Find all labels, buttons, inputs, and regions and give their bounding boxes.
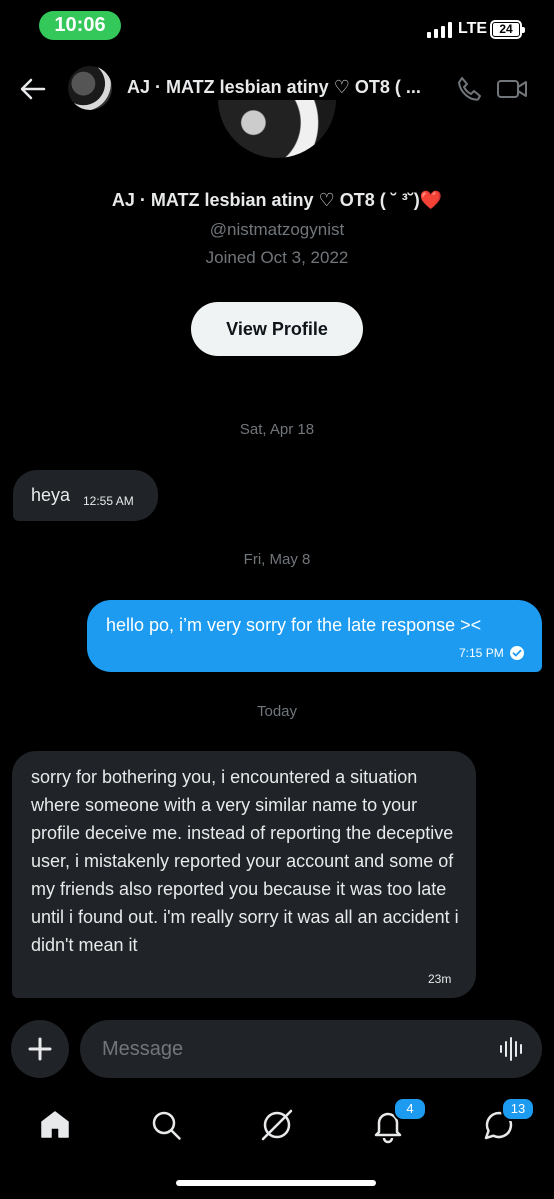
- message-time: 7:15 PM: [459, 646, 504, 660]
- battery-level: 24: [493, 23, 519, 36]
- grok-icon[interactable]: [255, 1103, 299, 1147]
- message-bubble-incoming[interactable]: sorry for bothering you, i encountered a…: [12, 751, 476, 998]
- message-time: 23m: [428, 972, 452, 986]
- cellular-signal-icon: [427, 22, 453, 38]
- messages-icon[interactable]: 13: [477, 1097, 535, 1147]
- heart-emoji: ❤️: [419, 190, 443, 210]
- battery-icon: 24: [490, 20, 525, 39]
- message-text: hello po, i’m very sorry for the late re…: [106, 615, 482, 635]
- home-icon[interactable]: [33, 1103, 77, 1147]
- bottom-navigation: 4 13: [0, 1095, 554, 1155]
- date-separator: Fri, May 8: [243, 551, 311, 568]
- message-text: heya: [31, 485, 71, 505]
- profile-joined-date: Joined Oct 3, 2022: [205, 248, 349, 267]
- date-separator: Today: [256, 703, 298, 720]
- message-text: sorry for bothering you, i encountered a…: [31, 767, 459, 955]
- profile-handle: @nistmatzogynist: [209, 220, 345, 239]
- video-call-icon[interactable]: [496, 74, 528, 104]
- notifications-badge: 4: [393, 1097, 427, 1121]
- message-bubble-incoming[interactable]: heya 12:55 AM: [13, 470, 158, 521]
- add-attachment-button[interactable]: [11, 1020, 69, 1078]
- message-time: 12:55 AM: [83, 494, 134, 508]
- search-icon[interactable]: [144, 1103, 188, 1147]
- notifications-bell-icon[interactable]: 4: [366, 1097, 427, 1147]
- status-time: 10:06: [39, 11, 121, 40]
- messages-badge: 13: [501, 1097, 535, 1121]
- message-input[interactable]: [102, 1020, 482, 1078]
- profile-avatar[interactable]: [218, 100, 336, 158]
- profile-name: AJ · MATZ lesbian atiny ♡ OT8 ( ˘ ³˘)❤️: [0, 190, 554, 211]
- conversation-title[interactable]: AJ · MATZ lesbian atiny ♡ OT8 ( ...: [127, 77, 437, 98]
- message-composer: [80, 1020, 542, 1078]
- view-profile-button[interactable]: View Profile: [191, 302, 363, 356]
- plus-icon: [28, 1037, 52, 1061]
- home-indicator[interactable]: [176, 1180, 376, 1186]
- phone-call-icon[interactable]: [454, 74, 484, 104]
- voice-message-icon[interactable]: [498, 1035, 526, 1063]
- status-bar: 10:06 LTE 24: [0, 0, 554, 50]
- back-arrow-icon[interactable]: [18, 74, 48, 104]
- profile-name-text: AJ · MATZ lesbian atiny ♡ OT8 ( ˘ ³˘): [111, 190, 420, 210]
- date-separator: Sat, Apr 18: [239, 421, 315, 438]
- seen-check-icon: [510, 646, 524, 660]
- header-avatar[interactable]: [68, 66, 112, 110]
- network-type: LTE: [458, 20, 488, 37]
- message-bubble-outgoing[interactable]: hello po, i’m very sorry for the late re…: [87, 600, 542, 672]
